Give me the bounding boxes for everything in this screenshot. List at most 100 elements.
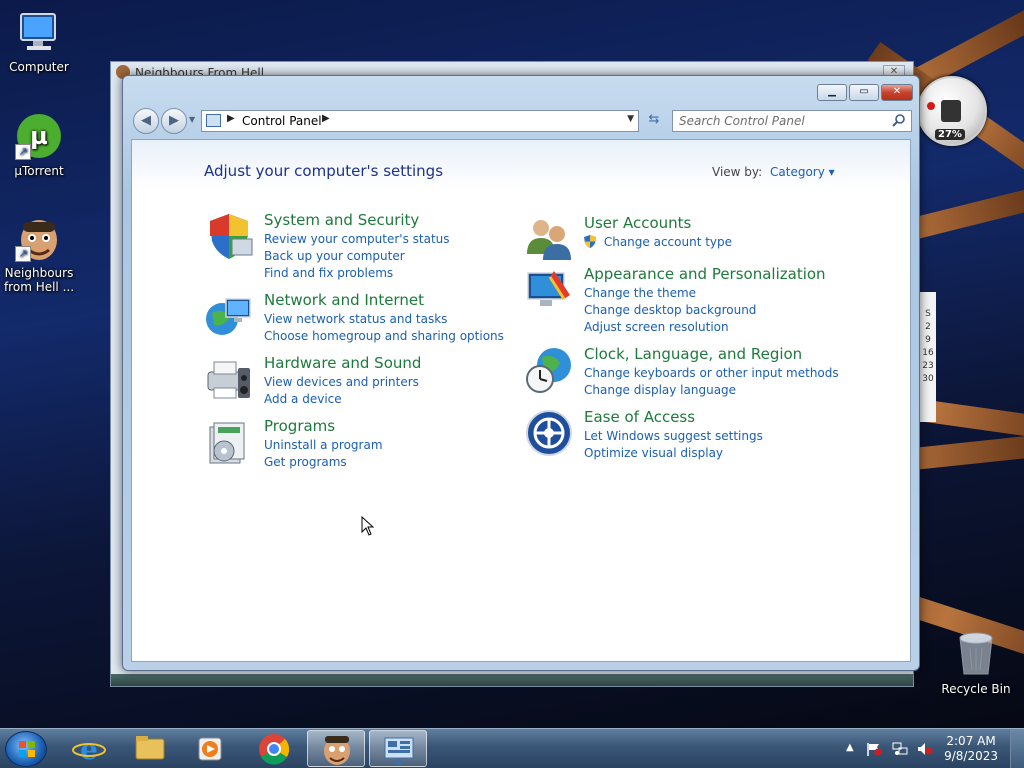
link-get-programs[interactable]: Get programs <box>264 454 383 471</box>
desktop-icon-label: Recycle Bin <box>941 682 1011 696</box>
control-panel-window[interactable]: ▁ ▭ ✕ ◀ ▶ ▼ ▶ Control Panel ▶ ▼ ⇆ Adjust… <box>122 75 920 671</box>
svg-text:e: e <box>80 733 98 766</box>
shortcut-arrow-icon: ↗ <box>15 144 31 160</box>
search-icon[interactable] <box>892 113 906 127</box>
desktop-icon-utorrent[interactable]: µ ↗ µTorrent <box>1 112 77 178</box>
close-button[interactable]: ✕ <box>881 84 913 101</box>
internet-explorer-icon: e <box>72 733 106 766</box>
breadcrumb-control-panel[interactable]: Control Panel <box>242 114 322 128</box>
start-button[interactable] <box>5 731 47 767</box>
taskbar-chrome[interactable] <box>245 730 303 767</box>
link-display-language[interactable]: Change display language <box>584 382 839 399</box>
link-change-keyboards[interactable]: Change keyboards or other input methods <box>584 365 839 382</box>
breadcrumb-chevron-icon[interactable]: ▶ <box>322 113 330 124</box>
category-title[interactable]: Network and Internet <box>264 291 504 309</box>
view-by-dropdown[interactable]: Category ▾ <box>770 165 835 179</box>
category-hardware-sound: Hardware and Sound View devices and prin… <box>204 354 421 408</box>
forward-button[interactable]: ▶ <box>161 108 187 134</box>
network-icon[interactable] <box>892 742 908 756</box>
taskbar-file-explorer[interactable] <box>121 730 179 767</box>
link-add-device[interactable]: Add a device <box>264 391 421 408</box>
taskbar-media-player[interactable] <box>182 730 240 767</box>
ease-of-access-icon <box>526 410 572 456</box>
desktop-icon-computer[interactable]: Computer <box>1 8 77 74</box>
cpu-meter-gadget[interactable]: 27% <box>917 76 987 146</box>
search-input[interactable] <box>673 111 883 131</box>
link-screen-resolution[interactable]: Adjust screen resolution <box>584 319 826 336</box>
system-clock[interactable]: 2:07 AM 9/8/2023 <box>944 734 998 764</box>
breadcrumb-separator-icon[interactable]: ▶ <box>227 113 235 124</box>
programs-icon <box>209 422 245 464</box>
game-character-icon: ↗ <box>15 214 63 262</box>
show-desktop-button[interactable] <box>1010 729 1024 768</box>
link-backup[interactable]: Back up your computer <box>264 248 450 265</box>
taskbar: e ▲ 2:07 AM 9/8/2023 <box>0 728 1024 768</box>
link-uninstall[interactable]: Uninstall a program <box>264 437 383 454</box>
search-box[interactable] <box>672 110 912 132</box>
category-title[interactable]: Programs <box>264 417 383 435</box>
category-title[interactable]: System and Security <box>264 211 450 229</box>
clock-region-icon <box>526 348 571 393</box>
chrome-icon <box>259 734 290 765</box>
recent-pages-chevron-icon[interactable]: ▼ <box>189 115 195 124</box>
calendar-day: 23 <box>922 361 934 371</box>
user-accounts-icon <box>527 220 571 260</box>
action-center-flag-icon[interactable] <box>866 742 882 756</box>
category-system-security: System and Security Review your computer… <box>204 211 450 282</box>
category-title[interactable]: User Accounts <box>584 214 732 232</box>
address-dropdown-icon[interactable]: ▼ <box>627 114 634 124</box>
desktop-icon-label: µTorrent <box>14 164 64 178</box>
category-title[interactable]: Hardware and Sound <box>264 354 421 372</box>
meter-chip-icon <box>941 100 961 122</box>
folder-icon <box>135 736 165 760</box>
windows-logo-icon <box>19 741 35 757</box>
network-internet-icon <box>206 298 251 335</box>
taskbar-internet-explorer[interactable]: e <box>60 730 118 767</box>
category-user-accounts: User Accounts Change account type <box>524 214 732 264</box>
system-security-icon <box>210 214 253 259</box>
desktop-icon-label: Neighbours from Hell ... <box>3 266 75 294</box>
calendar-gadget[interactable]: S 2 9 16 23 30 <box>920 292 936 422</box>
calendar-day: 9 <box>925 335 931 345</box>
minimize-button[interactable]: ▁ <box>817 84 847 101</box>
category-title[interactable]: Appearance and Personalization <box>584 265 826 283</box>
link-desktop-background[interactable]: Change desktop background <box>584 302 826 319</box>
clock-date: 9/8/2023 <box>944 749 998 763</box>
link-suggest-settings[interactable]: Let Windows suggest settings <box>584 428 763 445</box>
desktop-icon-label: Computer <box>9 60 69 74</box>
taskbar-neighbours-from-hell[interactable] <box>307 730 365 767</box>
link-change-account-type[interactable]: Change account type <box>584 234 732 251</box>
link-change-theme[interactable]: Change the theme <box>584 285 826 302</box>
link-text[interactable]: Change account type <box>604 235 732 249</box>
game-character-icon <box>324 736 350 765</box>
refresh-icon[interactable]: ⇆ <box>643 110 665 132</box>
desktop-icon-neighbours-from-hell[interactable]: ↗ Neighbours from Hell ... <box>1 214 77 294</box>
navigation-bar: ◀ ▶ ▼ ▶ Control Panel ▶ ▼ ⇆ <box>131 107 912 135</box>
show-hidden-icons-icon[interactable]: ▲ <box>846 742 854 753</box>
uac-shield-icon <box>584 235 596 248</box>
category-clock-language-region: Clock, Language, and Region Change keybo… <box>524 345 839 399</box>
link-network-status[interactable]: View network status and tasks <box>264 311 504 328</box>
category-appearance-personalization: Appearance and Personalization Change th… <box>524 265 826 336</box>
back-button[interactable]: ◀ <box>133 108 159 134</box>
shortcut-arrow-icon: ↗ <box>15 246 31 262</box>
category-title[interactable]: Clock, Language, and Region <box>584 345 839 363</box>
link-review-status[interactable]: Review your computer's status <box>264 231 450 248</box>
link-devices-printers[interactable]: View devices and printers <box>264 374 421 391</box>
link-find-fix[interactable]: Find and fix problems <box>264 265 450 282</box>
category-network-internet: Network and Internet View network status… <box>204 291 504 345</box>
appearance-icon <box>527 271 570 306</box>
meter-needle-icon <box>927 102 935 110</box>
volume-muted-icon[interactable] <box>917 742 933 756</box>
taskbar-control-panel[interactable] <box>369 730 427 767</box>
link-optimize-display[interactable]: Optimize visual display <box>584 445 763 462</box>
desktop-icon-recycle-bin[interactable]: Recycle Bin <box>936 630 1016 696</box>
maximize-button[interactable]: ▭ <box>849 84 879 101</box>
link-homegroup[interactable]: Choose homegroup and sharing options <box>264 328 504 345</box>
gadget-percent: 27% <box>935 129 965 140</box>
address-bar[interactable]: ▶ Control Panel ▶ ▼ <box>201 110 639 132</box>
category-title[interactable]: Ease of Access <box>584 408 763 426</box>
calendar-day: 16 <box>922 348 934 358</box>
mouse-cursor-icon <box>361 516 374 536</box>
recycle-bin-icon <box>956 630 996 678</box>
